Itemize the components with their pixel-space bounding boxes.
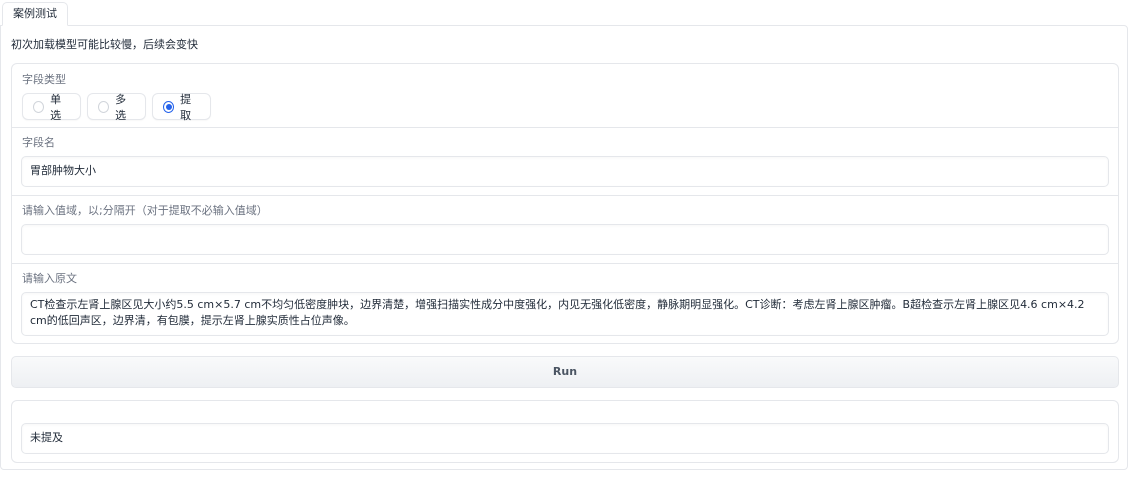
field-name-section: 字段名 胃部肿物大小 bbox=[12, 127, 1118, 195]
run-button[interactable]: Run bbox=[11, 356, 1119, 388]
tab-case-test[interactable]: 案例测试 bbox=[2, 2, 68, 26]
source-text-label: 请输入原文 bbox=[22, 272, 77, 285]
radio-circle-icon bbox=[98, 100, 110, 113]
radio-label: 多选 bbox=[115, 92, 127, 122]
radio-circle-icon bbox=[33, 100, 45, 113]
radio-single-choice[interactable]: 单选 bbox=[22, 92, 81, 122]
radio-checked-icon bbox=[163, 100, 175, 113]
source-text-section: 请输入原文 CT检查示左肾上腺区见大小约5.5 cm×5.7 cm不均匀低密度肿… bbox=[12, 263, 1118, 344]
value-range-input[interactable] bbox=[21, 224, 1109, 255]
form-box: 字段类型 单选 多选 提取 字段名 胃部肿物大小 请输入值域，以;分隔开（对于提… bbox=[11, 63, 1119, 344]
source-text-textarea[interactable]: CT检查示左肾上腺区见大小约5.5 cm×5.7 cm不均匀低密度肿块，边界清楚… bbox=[21, 292, 1109, 336]
radio-label: 提取 bbox=[180, 92, 192, 122]
tab-bar: 案例测试 bbox=[0, 0, 1133, 26]
output-box: 未提及 bbox=[11, 400, 1119, 463]
radio-extract[interactable]: 提取 bbox=[152, 92, 211, 122]
output-textbox[interactable]: 未提及 bbox=[21, 423, 1109, 454]
field-name-input[interactable]: 胃部肿物大小 bbox=[21, 156, 1109, 187]
field-type-label: 字段类型 bbox=[22, 73, 66, 86]
field-name-label: 字段名 bbox=[22, 136, 55, 149]
radio-label: 单选 bbox=[50, 92, 62, 122]
loading-hint: 初次加载模型可能比较慢，后续会变快 bbox=[11, 38, 198, 51]
tab-panel: 初次加载模型可能比较慢，后续会变快 字段类型 单选 多选 提取 字段名 胃部肿物… bbox=[0, 25, 1128, 470]
value-range-section: 请输入值域，以;分隔开（对于提取不必输入值域） bbox=[12, 195, 1118, 263]
value-range-label: 请输入值域，以;分隔开（对于提取不必输入值域） bbox=[22, 204, 268, 217]
field-type-section: 字段类型 单选 多选 提取 bbox=[12, 64, 1118, 127]
radio-multi-choice[interactable]: 多选 bbox=[87, 92, 146, 122]
